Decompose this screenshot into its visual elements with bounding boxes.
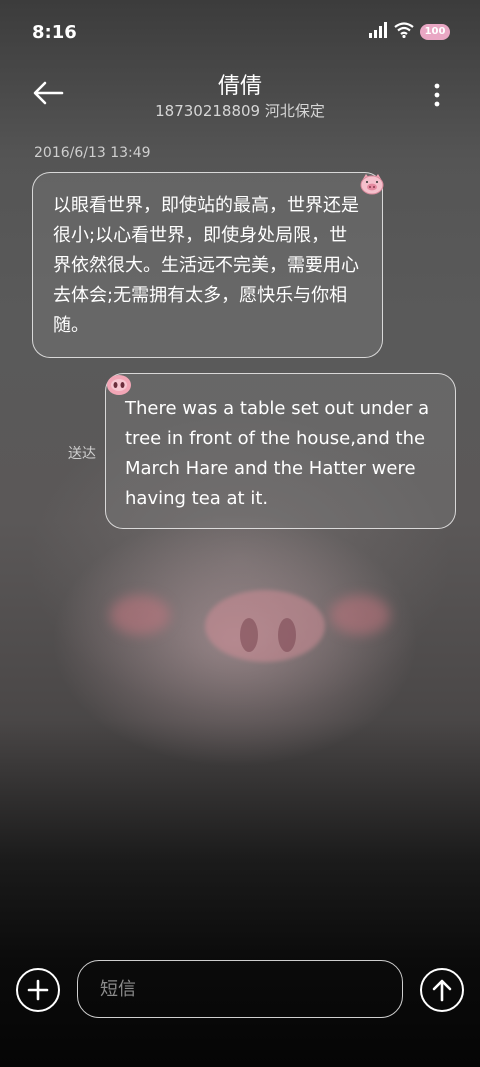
message-text: 以眼看世界，即使站的最高，世界还是很小;以心看世界，即使身处局限，世界依然很大。… [53, 195, 359, 336]
plus-icon [27, 979, 49, 1001]
wallpaper-pig-cheek [330, 595, 390, 635]
pig-snout-icon [106, 374, 132, 396]
conversation-header: 倩倩 18730218809 河北保定 [0, 60, 480, 130]
wallpaper-pig-nostril [278, 618, 296, 652]
wallpaper-pig-nostril [240, 618, 258, 652]
arrow-up-icon [432, 979, 452, 1002]
wifi-icon [394, 22, 414, 42]
incoming-message-bubble[interactable]: 以眼看世界，即使站的最高，世界还是很小;以心看世界，即使身处局限，世界依然很大。… [32, 172, 383, 358]
wallpaper-pig-snout [205, 590, 325, 662]
wallpaper-pig-cheek [110, 595, 170, 635]
contact-number-location: 18730218809 河北保定 [155, 102, 325, 120]
outgoing-message-bubble[interactable]: There was a table set out under a tree i… [105, 373, 456, 529]
message-input[interactable] [77, 960, 403, 1018]
message-composer [0, 955, 480, 1025]
status-time: 8:16 [32, 22, 77, 43]
status-bar: 8:16 100 [0, 0, 480, 68]
battery-icon: 100 [420, 24, 450, 40]
status-icons: 100 [368, 22, 450, 42]
message-text: There was a table set out under a tree i… [125, 398, 430, 509]
send-button[interactable] [420, 968, 464, 1012]
contact-name[interactable]: 倩倩 [0, 68, 480, 100]
add-attachment-button[interactable] [16, 968, 60, 1012]
more-vertical-icon [434, 83, 440, 107]
message-timestamp: 2016/6/13 13:49 [34, 145, 151, 161]
more-options-button[interactable] [432, 80, 442, 110]
pig-face-icon [359, 173, 385, 195]
signal-icon [368, 22, 388, 42]
delivery-status: 送达 [68, 446, 96, 462]
